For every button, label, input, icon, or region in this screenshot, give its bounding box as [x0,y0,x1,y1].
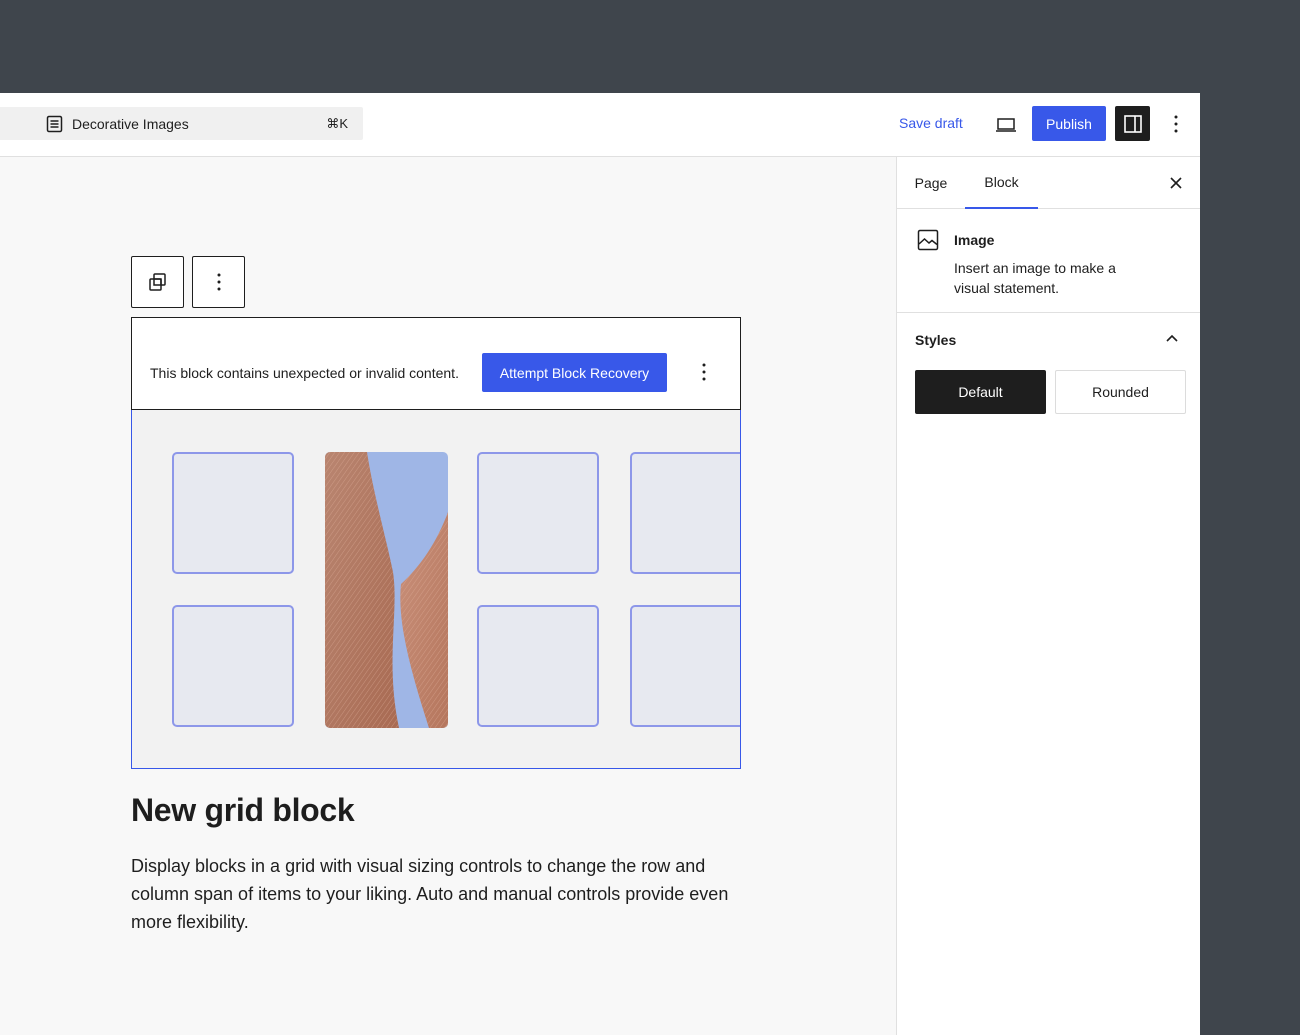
style-default-button[interactable]: Default [915,370,1046,414]
block-description: Insert an image to make a visual stateme… [954,260,1116,296]
document-icon [46,115,63,133]
block-name: Image [954,232,995,248]
grid-cell[interactable] [172,452,294,574]
architecture-photo [325,452,448,728]
section-heading: New grid block [131,792,355,828]
more-vertical-icon[interactable] [1164,112,1188,136]
grid-cell[interactable] [477,605,599,727]
grid-block[interactable] [131,410,741,769]
block-transform-button[interactable] [131,256,184,308]
block-options-button[interactable] [192,256,245,308]
editor-canvas: This block contains unexpected or invali… [0,157,896,1035]
tab-page[interactable]: Page [897,157,965,209]
grid-cell[interactable] [630,605,740,727]
styles-panel: Styles Default Rounded [897,313,1200,414]
section-paragraph: Display blocks in a grid with visual siz… [131,856,729,932]
tab-block[interactable]: Block [965,157,1038,209]
invalid-block-warning: This block contains unexpected or invali… [131,317,741,410]
style-rounded-button[interactable]: Rounded [1055,370,1186,414]
editor-header: Decorative Images ⌘K Save draft Publish [0,93,1200,157]
grid-cell[interactable] [630,452,740,574]
settings-sidebar: Page Block Image Insert an image to make… [896,157,1200,1035]
styles-title: Styles [915,332,957,348]
duplicate-icon [148,273,166,291]
image-icon [917,229,939,251]
save-draft-button[interactable]: Save draft [899,115,963,131]
grid-cell[interactable] [477,452,599,574]
command-shortcut: ⌘K [326,116,348,131]
style-options: Default Rounded [915,370,1186,414]
more-vertical-icon[interactable] [692,360,716,384]
settings-sidebar-toggle[interactable] [1115,106,1150,141]
warning-message: This block contains unexpected or invali… [150,365,459,381]
more-vertical-icon [217,273,220,291]
editor-window: Decorative Images ⌘K Save draft Publish [0,93,1200,1035]
attempt-recovery-button[interactable]: Attempt Block Recovery [482,353,667,392]
grid-cell[interactable] [172,605,294,727]
styles-panel-toggle[interactable]: Styles [897,313,1200,365]
close-icon[interactable] [1164,171,1188,195]
block-card: Image Insert an image to make a visual s… [897,209,1200,313]
desktop-preview-icon[interactable] [994,113,1018,137]
sidebar-panel-icon [1123,114,1142,133]
chevron-up-icon [1166,334,1178,342]
document-title: Decorative Images [72,116,189,132]
grid-image[interactable] [325,452,448,728]
sidebar-tabs: Page Block [897,157,1200,209]
block-toolbar [131,256,245,308]
command-palette-bar[interactable]: Decorative Images ⌘K [0,107,363,140]
publish-button[interactable]: Publish [1032,106,1106,141]
